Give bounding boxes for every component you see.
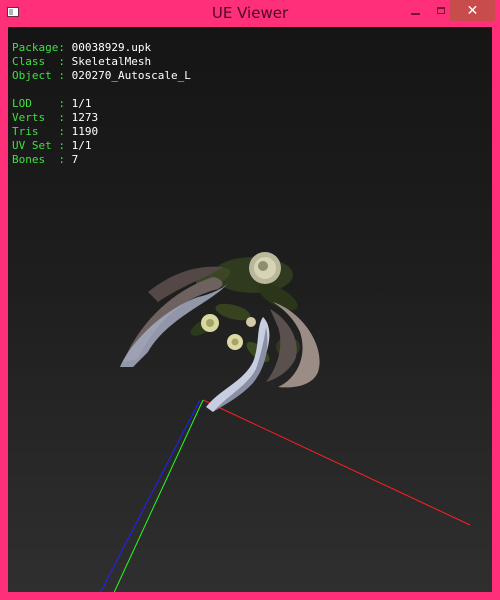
axis-z-line xyxy=(100,399,201,592)
band-right-dark xyxy=(266,309,297,382)
minimize-button[interactable] xyxy=(402,0,428,21)
mesh-info-panel: Package: 00038929.upk Class : SkeletalMe… xyxy=(12,41,191,167)
info-object: Object : 020270_Autoscale_L xyxy=(12,69,191,82)
info-verts: Verts : 1273 xyxy=(12,111,99,124)
info-bones: Bones : 7 xyxy=(12,153,79,166)
axis-x-line xyxy=(202,399,471,526)
3d-viewport[interactable]: Package: 00038929.upk Class : SkeletalMe… xyxy=(8,27,492,592)
minimize-icon xyxy=(410,12,420,15)
rose-small-center xyxy=(227,334,243,350)
app-window: UE Viewer ✕ Package: 00038929.upk Class … xyxy=(0,0,500,600)
rose-large xyxy=(249,252,281,284)
close-button[interactable]: ✕ xyxy=(450,0,495,21)
info-tris: Tris : 1190 xyxy=(12,125,99,138)
rose-small-left xyxy=(201,314,219,332)
info-class: Class : SkeletalMesh xyxy=(12,55,152,68)
rose-bud xyxy=(246,317,256,327)
axis-y-line xyxy=(113,399,204,592)
title-bar[interactable]: UE Viewer ✕ xyxy=(0,0,500,27)
maximize-icon xyxy=(437,7,445,14)
info-lod: LOD : 1/1 xyxy=(12,97,92,110)
info-package: Package: 00038929.upk xyxy=(12,41,152,54)
info-uvset: UV Set : 1/1 xyxy=(12,139,92,152)
close-icon: ✕ xyxy=(466,2,479,19)
